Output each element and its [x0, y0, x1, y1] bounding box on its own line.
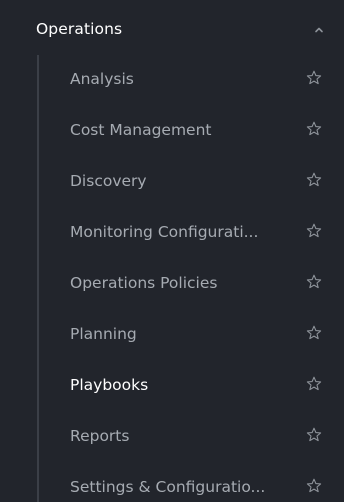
sidebar-item-label: Cost Management [70, 121, 212, 139]
sidebar-item-label: Settings & Configuratio... [70, 478, 266, 496]
sidebar-item-label: Monitoring Configurati... [70, 223, 259, 241]
chevron-up-icon[interactable] [312, 23, 326, 37]
sidebar-item-analysis[interactable]: Analysis [0, 55, 344, 105]
sidebar-item-reports[interactable]: Reports [0, 412, 344, 462]
sidebar-item-cost-management[interactable]: Cost Management [0, 106, 344, 156]
sidebar-item-label: Discovery [70, 172, 147, 190]
sidebar-item-label: Reports [70, 427, 130, 445]
sidebar-item-playbooks[interactable]: Playbooks [0, 361, 344, 411]
star-outline-icon[interactable] [306, 376, 322, 392]
navigation-panel: Operations Analysis Cost Management Disc… [0, 0, 344, 502]
star-outline-icon[interactable] [306, 274, 322, 290]
star-outline-icon[interactable] [306, 223, 322, 239]
sidebar-item-label: Analysis [70, 70, 134, 88]
star-outline-icon[interactable] [306, 121, 322, 137]
star-outline-icon[interactable] [306, 478, 322, 494]
sidebar-item-label: Playbooks [70, 376, 149, 394]
sidebar-item-operations-policies[interactable]: Operations Policies [0, 259, 344, 309]
star-outline-icon[interactable] [306, 427, 322, 443]
star-outline-icon[interactable] [306, 325, 322, 341]
sidebar-item-discovery[interactable]: Discovery [0, 157, 344, 207]
sidebar-item-label: Operations Policies [70, 274, 218, 292]
sidebar-item-settings-configuration[interactable]: Settings & Configuratio... [0, 463, 344, 502]
sidebar-item-monitoring-configuration[interactable]: Monitoring Configurati... [0, 208, 344, 258]
star-outline-icon[interactable] [306, 70, 322, 86]
section-title: Operations [36, 20, 123, 38]
sidebar-item-label: Planning [70, 325, 137, 343]
sidebar-item-planning[interactable]: Planning [0, 310, 344, 360]
operations-section-header[interactable]: Operations [0, 6, 344, 56]
star-outline-icon[interactable] [306, 172, 322, 188]
